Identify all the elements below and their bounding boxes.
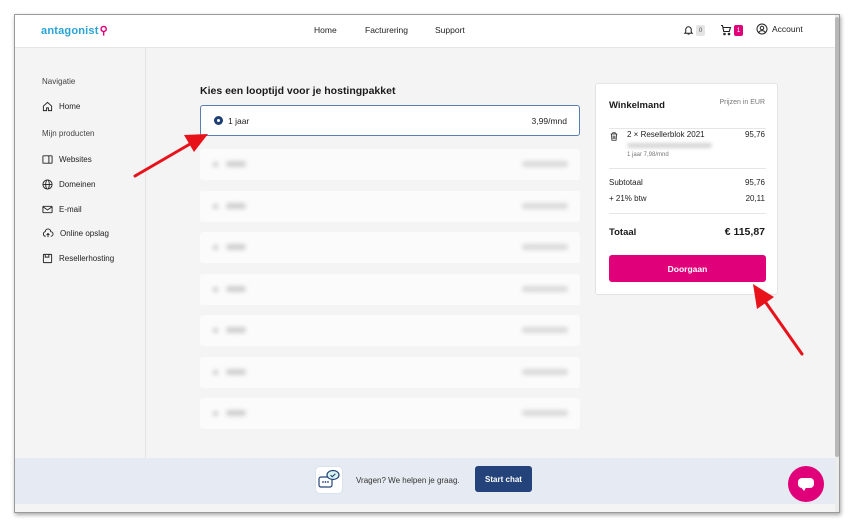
chat-launcher-button[interactable] xyxy=(788,466,824,502)
sidebar-item-resellerhosting[interactable]: Resellerhosting xyxy=(42,253,114,264)
blurred-label xyxy=(226,286,246,292)
cart-item-price: 95,76 xyxy=(744,130,765,139)
subtotal-label: Subtotaal xyxy=(609,178,643,187)
cart-count-badge: 1 xyxy=(734,24,743,36)
blurred-label xyxy=(226,369,246,375)
term-option-blurred[interactable] xyxy=(200,191,580,222)
radio-icon xyxy=(212,327,219,334)
sidebar-item-online-opslag[interactable]: Online opslag xyxy=(42,228,109,239)
subtotal-value: 95,76 xyxy=(744,178,765,187)
sidebar-item-label: Online opslag xyxy=(60,229,109,238)
notifications-button[interactable]: 0 xyxy=(683,24,705,36)
blurred-label xyxy=(226,161,246,167)
radio-icon xyxy=(212,203,219,210)
globe-icon xyxy=(42,179,53,190)
antagonist-logo[interactable]: antagonist⚲ xyxy=(41,24,108,37)
scrollbar-thumb[interactable] xyxy=(835,17,839,457)
radio-selected-icon[interactable] xyxy=(214,116,223,125)
nav-facturering[interactable]: Facturering xyxy=(365,25,408,35)
main-content: Kies een looptijd voor je hostingpakket … xyxy=(146,48,839,458)
total-value: € 115,87 xyxy=(724,226,765,238)
cart-summary-card: Winkelmand Prijzen in EUR 2 × Resellerbl… xyxy=(595,83,778,295)
term-option-blurred[interactable] xyxy=(200,149,580,180)
cart-title: Winkelmand xyxy=(609,100,665,111)
cart-item-detail: 1 jaar 7,98/mnd xyxy=(627,152,669,158)
blurred-price xyxy=(522,369,568,375)
sidebar: Navigatie Home Mijn producten Websites D… xyxy=(15,48,146,458)
blurred-price xyxy=(522,327,568,333)
logo-symbol-icon: ⚲ xyxy=(99,25,108,37)
page-title: Kies een looptijd voor je hostingpakket xyxy=(200,85,396,97)
blurred-label xyxy=(226,203,246,209)
sidebar-item-label: Resellerhosting xyxy=(59,254,115,263)
trash-icon[interactable] xyxy=(609,129,619,147)
radio-icon xyxy=(212,161,219,168)
browser-window-icon xyxy=(42,155,53,164)
account-menu[interactable]: Account xyxy=(756,23,803,35)
home-icon xyxy=(42,101,53,112)
divider xyxy=(609,128,766,129)
nav-support[interactable]: Support xyxy=(435,25,465,35)
continue-button[interactable]: Doorgaan xyxy=(609,255,766,282)
vat-label: + 21% btw xyxy=(609,194,647,203)
bell-icon xyxy=(683,26,694,35)
help-text: Vragen? We helpen je graag. xyxy=(356,476,460,485)
radio-icon xyxy=(212,410,219,417)
scrollbar[interactable] xyxy=(835,15,839,512)
user-circle-icon xyxy=(756,23,768,35)
total-label: Totaal xyxy=(609,227,637,238)
top-navigation-bar: antagonist⚲ Home Facturering Support 0 1… xyxy=(15,15,839,48)
help-footer: Vragen? We helpen je graag. Start chat xyxy=(15,458,839,504)
term-option-blurred[interactable] xyxy=(200,357,580,388)
sidebar-item-home[interactable]: Home xyxy=(42,101,80,112)
radio-icon xyxy=(212,369,219,376)
blurred-price xyxy=(522,203,568,209)
radio-icon xyxy=(212,286,219,293)
vat-value: 20,11 xyxy=(745,194,765,203)
radio-icon xyxy=(212,244,219,251)
divider xyxy=(609,213,766,214)
logo-text: antagonist xyxy=(41,25,99,37)
term-option-blurred[interactable] xyxy=(200,232,580,263)
sidebar-item-email[interactable]: E-mail xyxy=(42,204,82,215)
sidebar-item-label: Websites xyxy=(59,155,92,164)
sidebar-item-websites[interactable]: Websites xyxy=(42,154,92,165)
account-label: Account xyxy=(772,24,803,34)
nav-home[interactable]: Home xyxy=(314,25,337,35)
browser-viewport: antagonist⚲ Home Facturering Support 0 1… xyxy=(14,14,840,513)
chat-icon-tail xyxy=(800,486,807,491)
term-option-price: 3,99/mnd xyxy=(531,116,567,126)
blurred-label xyxy=(226,327,246,333)
cart-button[interactable]: 1 xyxy=(720,24,743,36)
term-option-selected[interactable]: 1 jaar 3,99/mnd xyxy=(200,105,580,136)
sidebar-item-domeinen[interactable]: Domeinen xyxy=(42,179,95,190)
notifications-count-badge: 0 xyxy=(696,24,705,36)
sidebar-heading-navigatie: Navigatie xyxy=(42,77,76,86)
blurred-label xyxy=(226,410,246,416)
cart-price-note: Prijzen in EUR xyxy=(719,99,765,106)
cart-item-name: 2 × Resellerblok 2021 xyxy=(627,130,705,139)
envelope-icon xyxy=(42,205,53,214)
sidebar-heading-mijn-producten: Mijn producten xyxy=(42,129,95,138)
sidebar-item-label: Domeinen xyxy=(59,180,96,189)
blurred-price xyxy=(522,410,568,416)
server-box-icon xyxy=(42,253,53,264)
term-option-blurred[interactable] xyxy=(200,274,580,305)
start-chat-button[interactable]: Start chat xyxy=(475,466,532,492)
sidebar-item-label: Home xyxy=(59,102,81,111)
blurred-price xyxy=(522,161,568,167)
term-option-blurred[interactable] xyxy=(200,315,580,346)
cloud-upload-icon xyxy=(42,228,54,238)
shopping-cart-icon xyxy=(721,24,732,36)
blurred-price xyxy=(522,286,568,292)
sidebar-item-label: E-mail xyxy=(59,205,82,214)
blurred-label xyxy=(226,244,246,250)
divider xyxy=(609,168,766,169)
chat-bubbles-icon xyxy=(315,466,343,494)
term-option-blurred[interactable] xyxy=(200,398,580,429)
term-option-label: 1 jaar xyxy=(228,116,250,126)
blurred-price xyxy=(522,244,568,250)
blurred-detail xyxy=(627,143,712,148)
